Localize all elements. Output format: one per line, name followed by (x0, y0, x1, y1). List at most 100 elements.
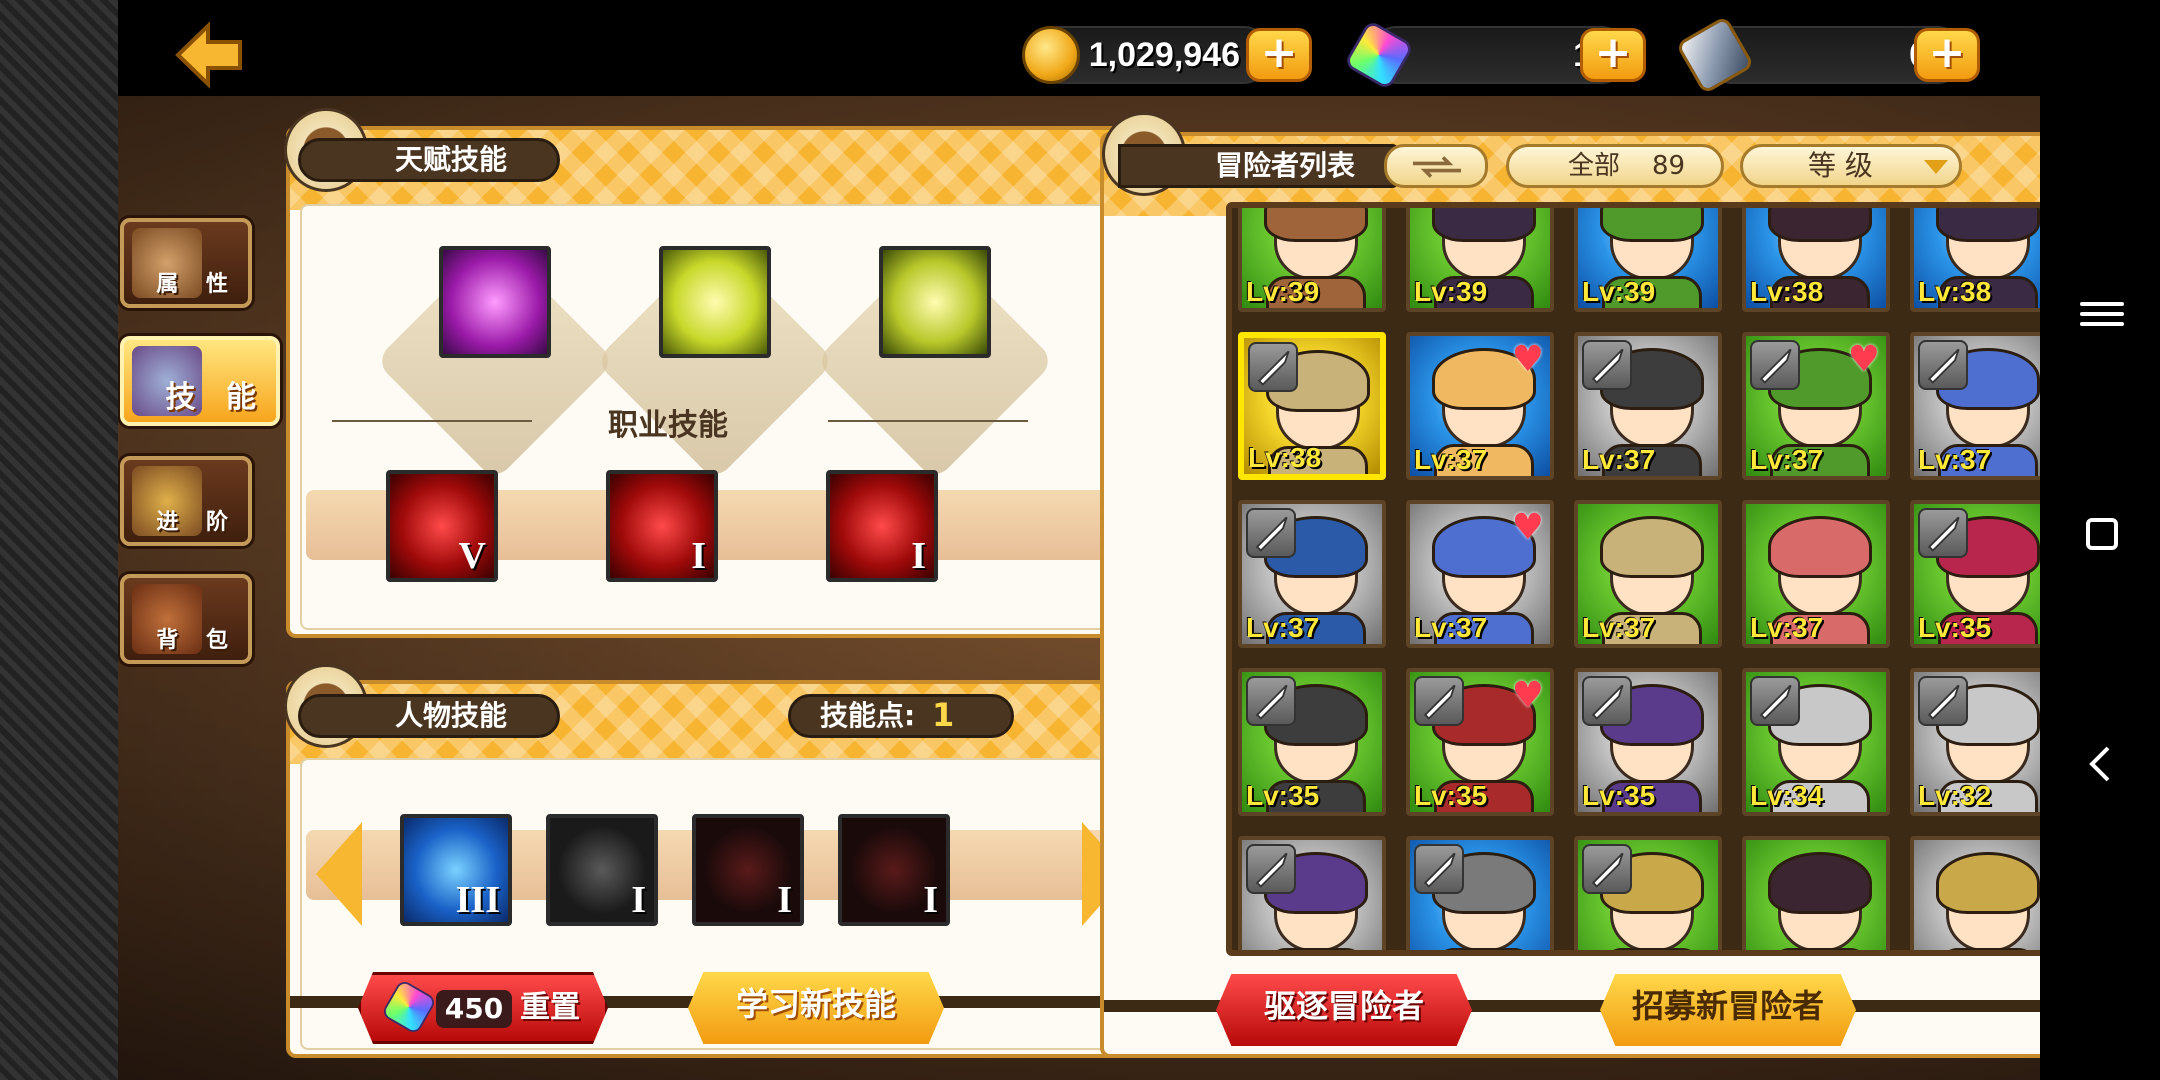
adventurer-card[interactable]: Lv:23 (1910, 836, 2040, 950)
job-skill-spike-icon[interactable]: I (826, 470, 938, 582)
skill-rank: I (777, 879, 792, 921)
adventurer-level: Lv:23 (1918, 948, 1991, 950)
character-skill-sword-icon[interactable]: I (838, 814, 950, 926)
skill-rank: I (691, 535, 706, 577)
adventurer-level: Lv:23 (1750, 948, 1823, 950)
sword-icon (1918, 340, 1968, 390)
talent-skills-panel: 职业技能 V I I (286, 126, 1152, 638)
side-tab-skills[interactable]: 技 能 (120, 336, 280, 426)
back-icon[interactable] (2080, 742, 2124, 786)
adventurer-card[interactable]: Lv:35 (1574, 668, 1722, 816)
skill-points-label: 技能点: (820, 699, 916, 732)
adventurer-level: Lv:31 (1414, 948, 1487, 950)
adventurer-level: Lv:38 (1248, 442, 1322, 473)
sort-level-label: 等 级 (1808, 149, 1873, 182)
adventurer-portrait-hair (1936, 852, 2040, 914)
adventurer-card[interactable]: Lv:38 (1742, 208, 1890, 312)
adventurer-level: Lv:38 (1750, 276, 1824, 307)
adventurer-portrait-hair (1264, 208, 1368, 242)
divider-line-left (332, 420, 532, 422)
talent-skill-hammer-icon[interactable] (659, 246, 771, 358)
add-ticket-button[interactable]: + (1914, 28, 1980, 82)
talent-skill-sprout-icon[interactable] (879, 246, 991, 358)
adventurer-card[interactable]: Lv:38 (1238, 332, 1386, 480)
adventurer-card[interactable]: Lv:37 (1742, 500, 1890, 648)
adventurer-level: Lv:39 (1582, 276, 1656, 307)
add-gold-button[interactable]: + (1246, 28, 1312, 82)
character-skill-heart-icon[interactable]: I (546, 814, 658, 926)
adventurer-card[interactable]: Lv:23 (1742, 836, 1890, 950)
adventurer-card[interactable]: Lv:37 (1238, 500, 1386, 648)
back-arrow-button[interactable] (174, 20, 244, 90)
adventurer-card[interactable]: Lv:39 (1238, 208, 1386, 312)
add-gem-button[interactable]: + (1580, 28, 1646, 82)
adventurer-level: Lv:37 (1582, 612, 1656, 643)
adventurer-level: Lv:38 (1918, 276, 1992, 307)
skill-rank: V (458, 535, 486, 577)
skills-prev-arrow[interactable] (316, 822, 362, 926)
adventurer-card[interactable]: Lv:39 (1574, 208, 1722, 312)
talent-skill-purple-icon[interactable] (439, 246, 551, 358)
adventurer-portrait-hair (1600, 516, 1704, 578)
character-skill-sword-swing-icon[interactable]: I (692, 814, 804, 926)
adventurer-level: Lv:34 (1750, 780, 1824, 811)
adventurer-card[interactable]: Lv:35 (1910, 500, 2040, 648)
adventurer-level: Lv:37 (1750, 444, 1824, 475)
sword-icon (1414, 676, 1464, 726)
dismiss-adventurer-button[interactable]: 驱逐冒险者 (1216, 974, 1472, 1046)
sword-icon (1918, 508, 1968, 558)
adventurer-portrait-hair (1768, 516, 1872, 578)
adventurer-level: Lv:35 (1918, 612, 1992, 643)
adventurer-level: Lv:37 (1918, 444, 1992, 475)
character-skill-strength-icon[interactable]: III (400, 814, 512, 926)
adventurer-grid[interactable]: Lv:39 Lv:39 Lv:39 Lv:38 Lv:38 Lv:38 ♥ Lv:37 Lv:3… (1226, 202, 2040, 956)
skill-points-value: 1 (932, 696, 955, 734)
gold-amount: 1,029,946 (1088, 36, 1240, 74)
sword-icon (1246, 508, 1296, 558)
adventurer-card[interactable]: ♥ Lv:37 (1406, 500, 1554, 648)
adventurer-card[interactable]: Lv:37 (1574, 500, 1722, 648)
adventurer-level: Lv:39 (1246, 276, 1320, 307)
adventurer-level: Lv:37 (1582, 444, 1656, 475)
menu-icon[interactable] (2080, 296, 2124, 340)
heart-icon: ♥ (1511, 339, 1544, 380)
adventurer-card[interactable]: ♥ Lv:35 (1406, 668, 1554, 816)
adventurer-level: Lv:31 (1246, 948, 1319, 950)
side-tab-bag[interactable]: 背 包 (120, 574, 252, 664)
adventurer-card[interactable]: Lv:30 (1574, 836, 1722, 950)
adventurer-level: Lv:30 (1582, 948, 1655, 950)
adventurer-card[interactable]: Lv:31 (1406, 836, 1554, 950)
job-skill-arrow-icon[interactable]: I (606, 470, 718, 582)
skill-rank: III (455, 879, 500, 921)
sword-icon (1248, 342, 1298, 392)
adventurer-card[interactable]: Lv:34 (1742, 668, 1890, 816)
skill-rank: I (631, 879, 646, 921)
adventurer-card[interactable]: Lv:39 (1406, 208, 1554, 312)
talent-panel-title: 天赋技能 (298, 138, 560, 182)
adventurer-portrait-hair (1768, 208, 1872, 242)
adventurer-card[interactable]: Lv:37 (1910, 332, 2040, 480)
swap-icon (1413, 156, 1461, 178)
recruit-adventurer-button[interactable]: 招募新冒险者 (1600, 974, 1856, 1046)
adventurer-card[interactable]: Lv:38 (1910, 208, 2040, 312)
adventurer-card[interactable]: ♥ Lv:37 (1406, 332, 1554, 480)
adventurer-card[interactable]: Lv:31 (1238, 836, 1386, 950)
learn-new-skill-button[interactable]: 学习新技能 (688, 972, 944, 1044)
adventurer-level: Lv:35 (1414, 780, 1488, 811)
home-icon[interactable] (2086, 518, 2118, 550)
job-skill-slash-icon[interactable]: V (386, 470, 498, 582)
adventurer-card[interactable]: Lv:37 (1574, 332, 1722, 480)
side-tab-label: 背 包 (156, 628, 238, 653)
sword-icon (1750, 676, 1800, 726)
adventurer-card[interactable]: Lv:35 (1238, 668, 1386, 816)
reset-label: 重置 (520, 990, 580, 1025)
side-tab-attributes[interactable]: 属 性 (120, 218, 252, 308)
adventurer-card[interactable]: ♥ Lv:37 (1742, 332, 1890, 480)
side-tab-advance[interactable]: 进 阶 (120, 456, 252, 546)
swap-button[interactable] (1384, 144, 1488, 188)
screen-left-margin (0, 0, 118, 1080)
adventurer-card[interactable]: Lv:32 (1910, 668, 2040, 816)
job-skills-title: 职业技能 (608, 408, 728, 443)
ticket-amount: 0 (1758, 30, 1928, 80)
filter-all-label: 全部 (1568, 151, 1621, 181)
